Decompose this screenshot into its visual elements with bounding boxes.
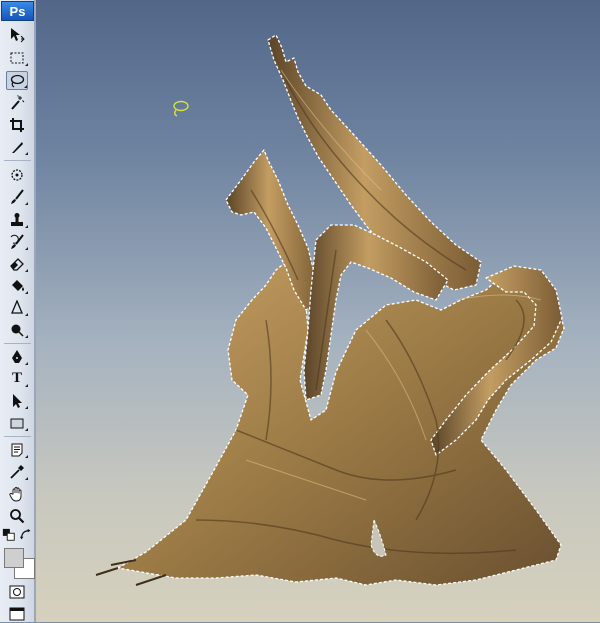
move-tool[interactable] [6,25,28,44]
foreground-color-swatch[interactable] [4,548,24,568]
eyedropper-icon [10,464,24,479]
paint-bucket-tool[interactable] [6,276,28,295]
history-brush-tool[interactable] [6,232,28,251]
shape-tool[interactable] [6,413,28,432]
tree-root-artwork [95,34,565,586]
healing-brush-tool[interactable] [6,165,28,184]
type-tool[interactable]: T [6,369,28,388]
tools-panel: Ps T [0,0,36,622]
history-brush-icon [10,233,24,249]
quick-mask-icon [9,585,25,598]
screen-mode-icon [9,607,25,620]
eraser-icon [10,257,24,271]
lasso-tool[interactable] [6,71,28,90]
zoom-icon [10,508,25,523]
lasso-icon [10,74,25,87]
photoshop-logo[interactable]: Ps [1,1,34,21]
rectangle-icon [10,418,24,428]
stamp-icon [11,212,23,226]
arrow-icon [13,393,22,408]
bucket-icon [12,279,24,291]
dodge-tool[interactable] [6,320,28,339]
slice-icon [12,141,23,153]
move-icon [11,27,25,42]
hand-tool[interactable] [6,484,28,503]
default-colors-button[interactable] [2,528,16,542]
swap-arrows-icon [19,528,31,540]
crop-icon [10,117,24,132]
path-selection-tool[interactable] [6,391,28,410]
tree-trunk-shape [117,34,565,586]
default-colors-icon [2,528,15,541]
healing-icon [11,168,23,181]
brush-tool[interactable] [6,187,28,206]
marquee-icon [10,52,24,63]
pen-icon [12,349,22,363]
quick-mask-button[interactable] [6,582,28,601]
marquee-tool[interactable] [6,48,28,67]
hand-icon [9,486,22,501]
eyedropper-tool[interactable] [6,462,28,481]
slice-tool[interactable] [6,137,28,156]
zoom-tool[interactable] [6,506,28,525]
dodge-icon [11,324,24,337]
blur-icon [11,299,23,314]
pen-tool[interactable] [6,347,28,366]
document-canvas[interactable] [36,0,600,622]
magic-wand-tool[interactable] [6,93,28,112]
blur-tool[interactable] [6,298,28,317]
swap-colors-button[interactable] [19,528,33,542]
type-icon: T [11,370,22,386]
screen-mode-button[interactable] [6,604,28,623]
eraser-tool[interactable] [6,254,28,273]
clone-stamp-tool[interactable] [6,210,28,229]
brush-icon [11,188,24,204]
notes-tool[interactable] [6,440,28,459]
lasso-cursor-icon [173,100,189,117]
notes-icon [11,443,23,456]
magic-wand-icon [11,94,25,110]
crop-tool[interactable] [6,115,28,134]
